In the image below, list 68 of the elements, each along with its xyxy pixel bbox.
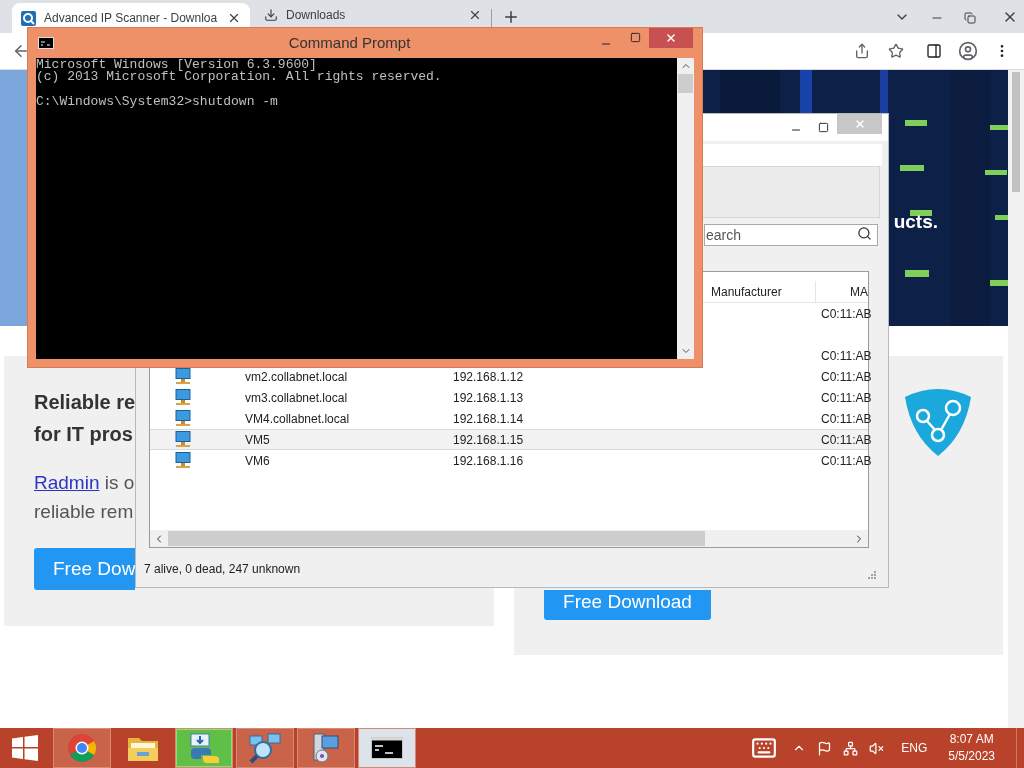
profile-icon[interactable] — [958, 41, 978, 61]
scrollbar-thumb[interactable] — [168, 531, 705, 546]
setup-computer-icon — [310, 732, 342, 764]
scrollbar-thumb[interactable] — [678, 74, 693, 93]
window-title: Command Prompt — [287, 32, 412, 53]
table-cell: 192.168.1.16 — [453, 453, 524, 468]
computer-icon — [175, 367, 191, 386]
card-heading: for IT pros — [34, 422, 133, 447]
new-tab-icon[interactable] — [502, 8, 520, 26]
console-line: C:\Windows\System32>shutdown -m — [36, 95, 279, 109]
table-cell: VM6 — [245, 453, 270, 468]
side-panel-icon[interactable] — [926, 43, 942, 59]
table-cell: C0:11:AB — [821, 306, 872, 321]
close-icon — [853, 118, 866, 130]
tab-title: Downloads — [286, 6, 347, 24]
card-description: Radmin is o reliable rem — [34, 471, 135, 524]
card-heading: Reliable re — [34, 390, 136, 415]
console-line: Microsoft Windows [Version 6.3.9600] — [36, 59, 318, 72]
network-icon[interactable] — [843, 740, 859, 756]
radmin-link[interactable]: Radmin — [34, 472, 100, 493]
column-header[interactable]: Manufacturer — [705, 281, 816, 302]
column-header[interactable]: MA — [816, 281, 868, 302]
close-icon[interactable] — [227, 11, 241, 25]
status-text: 7 alive, 0 dead, 247 unknown — [144, 560, 301, 578]
computer-icon — [175, 409, 191, 428]
computer-icon — [175, 430, 191, 449]
language-indicator[interactable]: ENG — [901, 739, 928, 757]
console-icon — [371, 737, 403, 759]
tab-title: Advanced IP Scanner - Downloa — [44, 10, 219, 27]
browser-tab[interactable]: Downloads — [255, 3, 491, 26]
table-cell: 192.168.1.13 — [453, 390, 524, 405]
back-icon[interactable] — [12, 42, 30, 60]
console-icon — [38, 37, 54, 49]
table-cell: VM5 — [245, 432, 270, 447]
share-icon[interactable] — [854, 43, 870, 59]
search-icon — [857, 226, 872, 241]
flag-icon[interactable] — [817, 740, 833, 756]
chrome-icon — [67, 733, 97, 763]
computer-icon — [175, 388, 191, 407]
table-cell: VM4.collabnet.local — [245, 411, 350, 426]
clock-date: 5/5/2023 — [948, 748, 995, 765]
hero-heading: ucts. — [893, 210, 938, 234]
bookmark-star-icon[interactable] — [888, 43, 904, 59]
table-cell: vm2.collabnet.local — [245, 369, 348, 384]
table-cell: 192.168.1.15 — [453, 432, 524, 447]
clock-time: 8:07 AM — [949, 731, 994, 748]
table-cell: 192.168.1.14 — [453, 411, 524, 426]
search-field[interactable]: earch — [704, 224, 878, 246]
windows-logo-icon — [12, 735, 38, 761]
table-cell: vm3.collabnet.local — [245, 390, 348, 405]
console-line: (c) 2013 Microsoft Corporation. All rights reserved. — [36, 71, 443, 84]
taskbar-button[interactable] — [358, 728, 416, 768]
close-icon — [665, 32, 677, 44]
maximize-icon[interactable] — [818, 122, 829, 133]
table-cell: 192.168.1.12 — [453, 369, 524, 384]
python-installer-icon — [187, 732, 221, 764]
keyboard-icon[interactable] — [751, 735, 778, 761]
table-cell: C0:11:AB — [821, 348, 872, 363]
maximize-icon[interactable] — [630, 32, 641, 43]
resize-grip-icon[interactable] — [868, 570, 876, 579]
magnifier-computers-icon — [248, 732, 282, 764]
computer-icon — [175, 451, 191, 470]
scanner-logo-icon — [21, 10, 36, 26]
restore-icon[interactable] — [964, 12, 976, 24]
shield-logo-icon — [903, 387, 973, 457]
clock[interactable]: 8:07 AM 5/5/2023 — [948, 731, 995, 765]
download-icon — [264, 7, 278, 22]
speaker-muted-icon[interactable] — [869, 740, 885, 756]
